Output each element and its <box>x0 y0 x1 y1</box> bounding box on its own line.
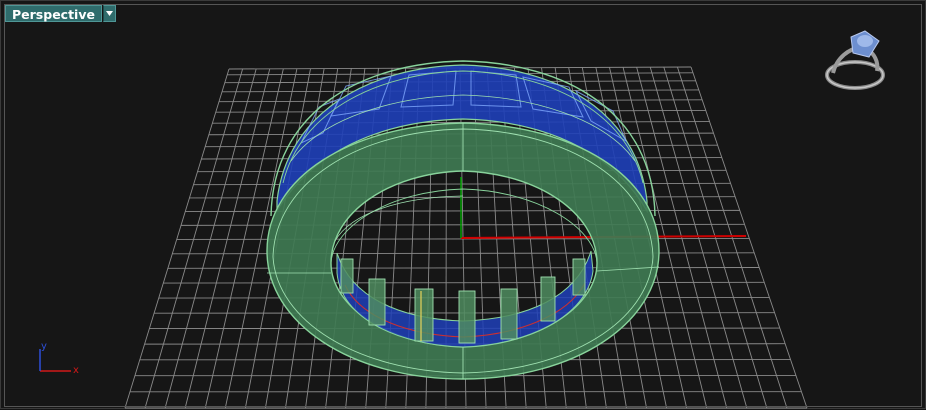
perspective-viewport[interactable]: x y Perspective <box>0 0 926 409</box>
viewport-title-label[interactable]: Perspective <box>5 5 102 22</box>
viewport-title-tab[interactable]: Perspective <box>5 5 116 22</box>
scene-canvas[interactable]: x y <box>1 1 926 410</box>
ring-preview-icon[interactable] <box>827 31 883 88</box>
axis-widget-x-label: x <box>73 365 79 376</box>
axes-widget: x y <box>40 341 79 376</box>
axis-widget-y-label: y <box>41 341 47 352</box>
triangle-down-icon[interactable] <box>103 5 116 22</box>
